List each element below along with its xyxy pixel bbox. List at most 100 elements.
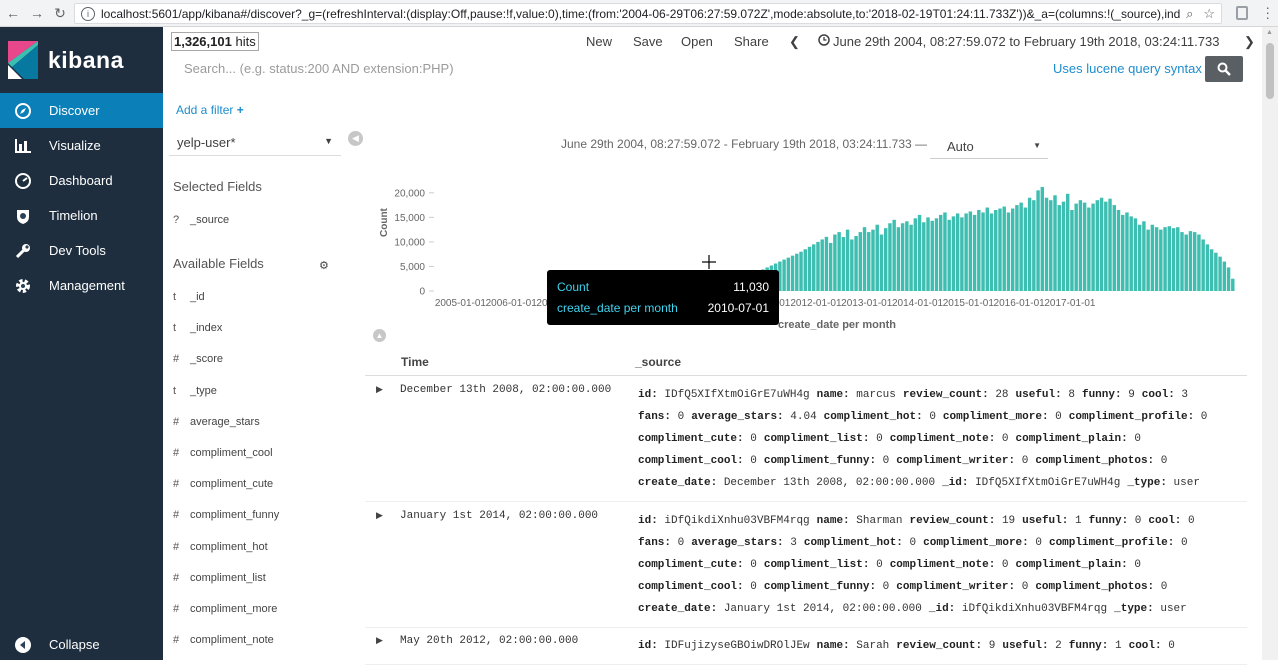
field-item-score[interactable]: #_score xyxy=(173,352,223,366)
bar[interactable] xyxy=(1193,232,1196,291)
bar[interactable] xyxy=(1185,235,1188,291)
sidebar-item-management[interactable]: Management xyxy=(0,268,163,303)
field-item-index[interactable]: t_index xyxy=(173,321,222,335)
bar[interactable] xyxy=(977,210,980,291)
save-button[interactable]: Save xyxy=(633,34,663,49)
bar[interactable] xyxy=(1117,210,1120,291)
field-item-id[interactable]: t_id xyxy=(173,290,205,304)
new-button[interactable]: New xyxy=(586,34,612,49)
bar[interactable] xyxy=(846,230,849,291)
bar[interactable] xyxy=(1210,249,1213,291)
open-button[interactable]: Open xyxy=(681,34,713,49)
bar[interactable] xyxy=(837,232,840,291)
bar[interactable] xyxy=(1074,204,1077,291)
field-item-compliment_cute[interactable]: #compliment_cute xyxy=(173,477,273,491)
bar[interactable] xyxy=(833,235,836,291)
field-item-source[interactable]: ?_source xyxy=(173,213,229,227)
bar[interactable] xyxy=(782,260,785,291)
bar[interactable] xyxy=(1180,232,1183,291)
lucene-syntax-link[interactable]: Uses lucene query syntax xyxy=(1053,61,1202,76)
bar[interactable] xyxy=(952,216,955,291)
sidebar-item-visualize[interactable]: Visualize xyxy=(0,128,163,163)
bar[interactable] xyxy=(867,232,870,291)
bar[interactable] xyxy=(943,212,946,291)
bar[interactable] xyxy=(947,220,950,291)
forward-icon[interactable]: → xyxy=(26,5,48,21)
bar[interactable] xyxy=(1146,230,1149,291)
scroll-up-icon[interactable]: ▲ xyxy=(1266,29,1273,36)
time-forward-icon[interactable]: ❯ xyxy=(1244,34,1255,50)
scrollbar-thumb[interactable] xyxy=(1266,43,1274,99)
sidebar-item-discover[interactable]: Discover xyxy=(0,93,163,128)
bar[interactable] xyxy=(854,236,857,291)
bar[interactable] xyxy=(1024,208,1027,291)
bar[interactable] xyxy=(892,220,895,291)
bar[interactable] xyxy=(1218,257,1221,291)
search-button[interactable] xyxy=(1205,56,1243,82)
bar[interactable] xyxy=(812,244,815,291)
bar[interactable] xyxy=(876,225,879,291)
bar[interactable] xyxy=(1049,200,1052,291)
bar[interactable] xyxy=(1083,203,1086,291)
bar[interactable] xyxy=(859,232,862,291)
sidebar-item-timelion[interactable]: Timelion xyxy=(0,198,163,233)
search-input[interactable]: Search... (e.g. status:200 AND extension… xyxy=(173,56,1053,81)
bar[interactable] xyxy=(939,215,942,291)
interval-select[interactable]: Auto▼ xyxy=(930,132,1048,159)
bar[interactable] xyxy=(998,209,1001,291)
bar[interactable] xyxy=(1062,202,1065,291)
bar[interactable] xyxy=(1087,208,1090,291)
bar[interactable] xyxy=(808,247,811,291)
page-scrollbar[interactable]: ▲ xyxy=(1262,27,1278,660)
back-icon[interactable]: ← xyxy=(2,5,24,21)
column-header-time[interactable]: Time xyxy=(401,355,429,369)
bar[interactable] xyxy=(1197,235,1200,291)
bar[interactable] xyxy=(1015,205,1018,291)
field-item-average_stars[interactable]: #average_stars xyxy=(173,415,260,429)
bar[interactable] xyxy=(990,213,993,291)
bar[interactable] xyxy=(1053,195,1056,291)
time-back-icon[interactable]: ❮ xyxy=(789,34,800,50)
url-bar[interactable]: i localhost:5601/app/kibana#/discover?_g… xyxy=(74,3,1222,24)
field-item-compliment_note[interactable]: #compliment_note xyxy=(173,633,274,647)
bar[interactable] xyxy=(931,221,934,291)
bar[interactable] xyxy=(1142,221,1145,291)
bar[interactable] xyxy=(804,249,807,291)
bar[interactable] xyxy=(922,222,925,291)
expand-row-icon[interactable]: ▶ xyxy=(376,510,383,521)
bookmark-star-icon[interactable]: ☆ xyxy=(1203,6,1215,22)
column-header-source[interactable]: _source xyxy=(635,355,681,369)
zoom-icon[interactable]: ⌕ xyxy=(1186,6,1193,22)
histogram-chart[interactable]: Count05,00010,00015,00020,0002005-01-012… xyxy=(365,175,1247,335)
bar[interactable] xyxy=(1096,200,1099,291)
bar[interactable] xyxy=(1214,253,1217,291)
bar[interactable] xyxy=(880,235,883,291)
bar[interactable] xyxy=(1151,225,1154,291)
bar[interactable] xyxy=(897,227,900,291)
collapse-sidebar-icon[interactable]: ◀ xyxy=(348,131,363,146)
kibana-logo[interactable]: kibana xyxy=(8,41,124,79)
bar[interactable] xyxy=(1189,231,1192,291)
bar[interactable] xyxy=(1206,244,1209,291)
bar[interactable] xyxy=(816,242,819,291)
field-item-compliment_more[interactable]: #compliment_more xyxy=(173,602,277,616)
share-button[interactable]: Share xyxy=(734,34,769,49)
bar[interactable] xyxy=(825,237,828,291)
bar[interactable] xyxy=(787,258,790,291)
field-item-compliment_hot[interactable]: #compliment_hot xyxy=(173,540,268,554)
bar[interactable] xyxy=(1231,279,1234,291)
bar[interactable] xyxy=(1002,207,1005,291)
bar[interactable] xyxy=(914,218,917,291)
bar[interactable] xyxy=(1108,199,1111,291)
bar[interactable] xyxy=(1113,205,1116,291)
bar[interactable] xyxy=(981,212,984,291)
bar[interactable] xyxy=(1121,215,1124,291)
bar[interactable] xyxy=(1041,187,1044,291)
bar[interactable] xyxy=(884,228,887,291)
index-pattern-select[interactable]: yelp-user* ▼ xyxy=(169,128,341,156)
sidebar-item-dashboard[interactable]: Dashboard xyxy=(0,163,163,198)
field-item-compliment_list[interactable]: #compliment_list xyxy=(173,571,266,585)
bar[interactable] xyxy=(791,256,794,291)
field-item-compliment_funny[interactable]: #compliment_funny xyxy=(173,508,279,522)
bar[interactable] xyxy=(986,208,989,291)
